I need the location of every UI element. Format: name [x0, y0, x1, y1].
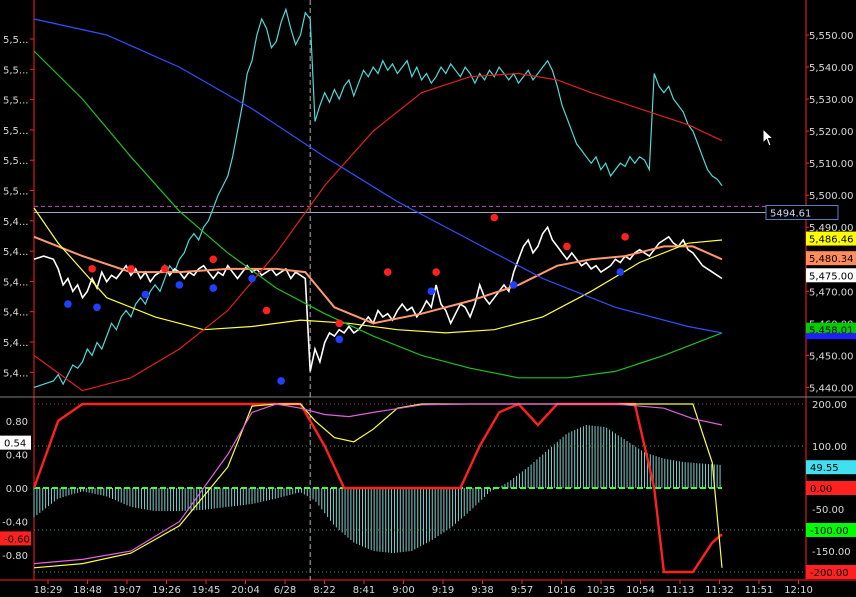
price-left-tick-label: 5,5...: [3, 35, 28, 46]
signal-marker: [335, 319, 344, 328]
price-label-value: 5494.61: [770, 208, 811, 219]
oscillator-value-label: -200.00: [810, 568, 849, 579]
price-left-tick-label: 5,4...: [3, 338, 28, 349]
signal-marker: [335, 335, 344, 344]
time-tick-label: 8:41: [353, 585, 375, 596]
time-tick-label: 18:48: [73, 585, 102, 596]
price-left-tick-label: 5,5...: [3, 65, 28, 76]
price-left-tick-label: 5,4...: [3, 277, 28, 288]
oscillator-value-label: -0.60: [4, 534, 30, 545]
price-right-tick-label: 5,470.00: [809, 287, 854, 298]
oscillator-right-tick-label: -50.00: [812, 505, 844, 516]
price-left-tick-label: 5,4...: [3, 247, 28, 258]
mouse-cursor-icon: [762, 128, 775, 147]
time-tick-label: 9:38: [471, 585, 493, 596]
time-tick-label: 6/28: [274, 585, 296, 596]
price-left-tick-label: 5,4...: [3, 217, 28, 228]
price-right-tick-label: 5,550.00: [809, 31, 854, 42]
time-tick-label: 8:22: [313, 585, 335, 596]
chart-background: [0, 0, 856, 597]
signal-marker: [432, 268, 440, 276]
oscillator-right-tick-label: 100.00: [812, 442, 847, 453]
price-right-tick-label: 5,540.00: [809, 63, 854, 74]
price-left-tick-label: 5,5...: [3, 96, 28, 107]
time-tick-label: 11:13: [666, 585, 695, 596]
time-tick-label: 12:10: [784, 585, 813, 596]
time-tick-label: 11:51: [745, 585, 774, 596]
time-tick-label: 19:45: [192, 585, 221, 596]
oscillator-value-label: 0.54: [4, 439, 26, 450]
time-tick-label: 18:29: [34, 585, 63, 596]
oscillator-left-tick-label: 0.00: [6, 484, 28, 495]
signal-marker: [621, 233, 629, 241]
time-tick-label: 9:57: [511, 585, 533, 596]
time-tick-label: 19:26: [152, 585, 181, 596]
signal-marker: [64, 300, 72, 308]
price-label-value: 5,480.34: [809, 254, 854, 265]
price-left-tick-label: 5,5...: [3, 156, 28, 167]
signal-marker: [93, 303, 101, 312]
signal-marker: [248, 274, 256, 283]
price-left-tick-label: 5,5...: [3, 187, 28, 198]
price-label-box: [806, 333, 856, 340]
time-tick-label: 10:35: [587, 585, 616, 596]
price-left-tick-label: 5,5...: [3, 126, 28, 137]
signal-marker: [427, 287, 436, 296]
time-tick-label: 20:04: [231, 585, 260, 596]
price-right-tick-label: 5,440.00: [809, 383, 854, 394]
price-left-tick-label: 5,4...: [3, 368, 28, 379]
oscillator-left-tick-label: 0.80: [6, 417, 28, 428]
signal-marker: [209, 284, 218, 292]
oscillator-right-tick-label: -150.00: [812, 547, 851, 558]
signal-marker: [209, 255, 218, 264]
time-tick-label: 9:19: [432, 585, 454, 596]
time-tick-label: 19:07: [113, 585, 142, 596]
oscillator-value-label: 49.55: [810, 463, 839, 474]
oscillator-left-tick-label: -0.40: [2, 518, 28, 529]
signal-marker: [563, 242, 571, 251]
signal-marker: [88, 265, 96, 273]
time-tick-label: 11:32: [705, 585, 734, 596]
time-tick-label: 10:16: [547, 585, 576, 596]
signal-marker: [509, 281, 518, 289]
signal-marker: [383, 268, 392, 276]
trading-chart: 5,5... 5,5... 5,5... 5,5... 5,5... 5,5... 5,4.…: [0, 0, 856, 597]
oscillator-value-label: -100.00: [810, 526, 849, 537]
oscillator-left-tick-label: -0.80: [2, 551, 28, 562]
time-tick-label: 9:00: [392, 585, 414, 596]
signal-marker: [262, 306, 271, 315]
signal-marker: [616, 268, 625, 276]
price-label-value: 5,486.46: [809, 235, 854, 246]
price-right-tick-label: 5,530.00: [809, 95, 854, 106]
price-label-value: 5,475.00: [809, 271, 854, 282]
signal-marker: [161, 265, 169, 273]
price-right-tick-label: 5,510.00: [809, 159, 854, 170]
oscillator-value-label: 0.00: [810, 484, 832, 495]
oscillator-left-tick-label: 0.40: [6, 450, 28, 461]
price-left-tick-label: 5,4...: [3, 308, 28, 319]
signal-marker: [141, 290, 150, 299]
price-right-tick-label: 5,520.00: [809, 127, 854, 138]
signal-marker: [277, 377, 285, 385]
signal-marker: [127, 265, 135, 273]
time-tick-label: 10:54: [626, 585, 655, 596]
signal-marker: [490, 213, 499, 222]
oscillator-right-tick-label: 200.00: [812, 400, 847, 411]
price-right-tick-label: 5,500.00: [809, 191, 854, 202]
signal-marker: [175, 281, 184, 289]
price-right-tick-label: 5,450.00: [809, 351, 854, 362]
